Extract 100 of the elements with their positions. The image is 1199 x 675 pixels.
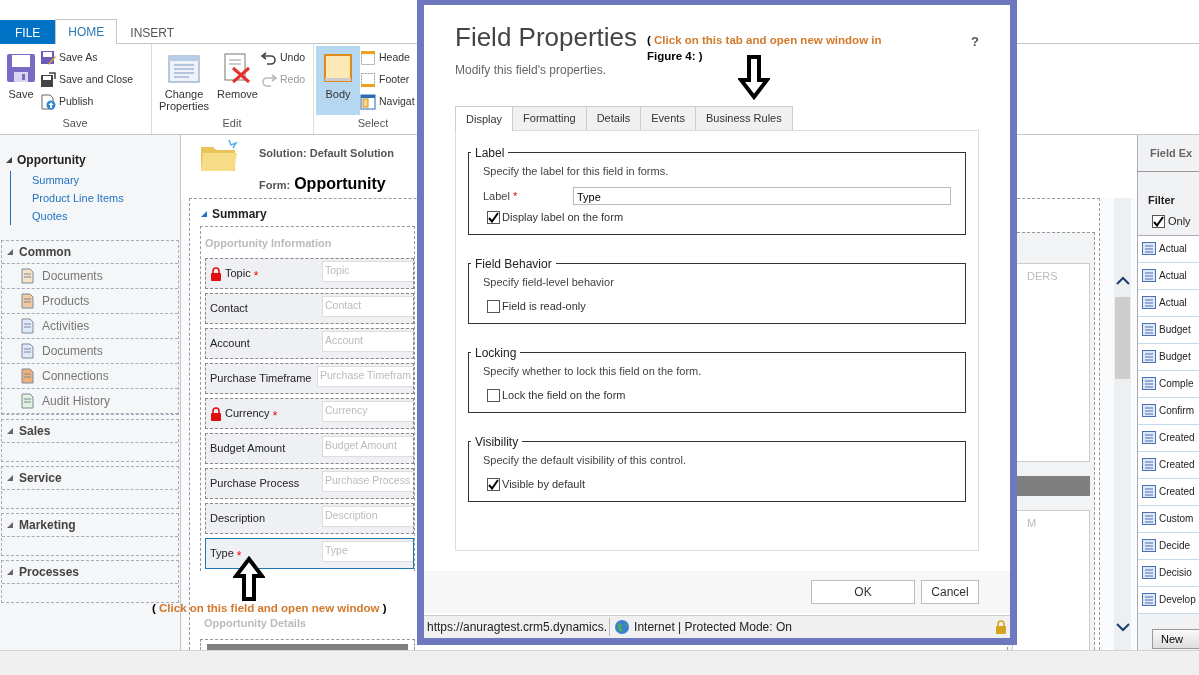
form-field-row[interactable]: Purchase Process Purchase Process <box>205 468 414 499</box>
dialog-button[interactable]: OK <box>811 579 915 604</box>
field-list-item[interactable]: Decide <box>1138 532 1199 560</box>
subsection-heading: Opportunity Details <box>204 615 307 631</box>
entity-heading: Opportunity <box>17 152 86 169</box>
form-document-icon <box>167 52 201 84</box>
form-field-row[interactable]: Contact Contact <box>205 293 414 324</box>
field-list-item[interactable]: Created <box>1138 451 1199 479</box>
field-list-item[interactable]: Actual <box>1138 289 1199 317</box>
field-list-item[interactable]: Develop <box>1138 586 1199 614</box>
field-label: Label <box>483 188 510 204</box>
collapse-icon[interactable] <box>6 474 14 482</box>
field-list-item[interactable]: Custom <box>1138 505 1199 533</box>
collapse-icon[interactable] <box>6 427 14 435</box>
ribbon-button[interactable]: Remove <box>214 46 261 115</box>
nav-item[interactable]: Activities <box>2 314 178 339</box>
ribbon-tab[interactable]: HOME <box>55 19 118 44</box>
field-list-item[interactable]: Decisio <box>1138 559 1199 587</box>
nav-link[interactable]: Summary <box>10 171 180 189</box>
checkbox-label: Only <box>1168 214 1191 229</box>
document-icon <box>20 318 36 334</box>
description: Specify field-level behavior <box>483 274 615 290</box>
tab[interactable]: Events <box>640 106 696 130</box>
field-label: Purchase Timeframe <box>210 371 312 387</box>
checkbox[interactable] <box>487 388 500 402</box>
tab[interactable]: Business Rules <box>694 106 793 130</box>
collapse-icon[interactable] <box>6 521 14 529</box>
field-list-item[interactable]: Actual <box>1138 262 1199 290</box>
new-field-button[interactable]: New <box>1152 628 1199 649</box>
ribbon-button[interactable]: Footer <box>360 72 415 88</box>
field-list-item[interactable]: Budget <box>1138 316 1199 344</box>
nav-link[interactable]: Product Line Items <box>10 189 180 207</box>
field-list-item[interactable]: Comple <box>1138 370 1199 398</box>
document-upload-icon <box>40 94 56 110</box>
form-field-row[interactable]: Currency * Currency <box>205 398 414 429</box>
nav-item[interactable]: Products <box>2 289 178 314</box>
scrollbar-thumb[interactable] <box>1115 296 1130 379</box>
tab[interactable]: Display <box>455 106 514 131</box>
form-field-row[interactable]: Type * Type <box>205 538 414 569</box>
checkbox[interactable] <box>487 299 500 313</box>
form-name: Opportunity <box>294 173 386 194</box>
floppy-pencil-icon <box>40 50 56 66</box>
section-heading: Summary <box>212 205 267 223</box>
form-field-row[interactable]: Description Description <box>205 503 414 534</box>
ribbon-button[interactable]: Save <box>2 46 40 115</box>
checkbox[interactable] <box>1152 214 1165 228</box>
subgrid-label: DERS <box>1027 269 1058 282</box>
ribbon-button[interactable]: Navigat <box>360 94 415 110</box>
field-label: Type <box>210 546 234 562</box>
field-icon <box>1142 269 1156 282</box>
nav-link[interactable]: Quotes <box>10 207 180 225</box>
ribbon-button[interactable]: Undo <box>260 50 306 66</box>
field-list-item[interactable]: Confirm <box>1138 397 1199 425</box>
form-field-row[interactable]: Account Account <box>205 328 414 359</box>
expand-icon[interactable] <box>200 209 208 218</box>
required-mark: * <box>272 408 278 425</box>
field-list-item[interactable]: Created <box>1138 424 1199 452</box>
nav-item[interactable]: Connections <box>2 364 178 389</box>
form-field-row[interactable]: Purchase Timeframe Purchase Timefram <box>205 363 414 394</box>
padlock-icon <box>995 620 1007 634</box>
input-field[interactable]: Type <box>573 187 951 206</box>
nav-item[interactable]: Documents <box>2 264 178 289</box>
filter-label: Filter <box>1147 192 1176 208</box>
form-field-row[interactable]: Topic * Topic <box>205 258 414 289</box>
collapse-icon[interactable] <box>6 568 14 576</box>
scroll-up-icon[interactable] <box>1115 275 1130 285</box>
checkbox-label: Visible by default <box>502 477 585 493</box>
globe-icon <box>614 619 631 635</box>
field-list-item[interactable]: Created <box>1138 478 1199 506</box>
field-list-item[interactable]: Actual <box>1138 235 1199 263</box>
file-tab[interactable]: FILE <box>0 20 56 44</box>
checkbox[interactable] <box>487 210 500 224</box>
ribbon-button[interactable]: Publish <box>40 94 134 110</box>
field-icon <box>1142 485 1156 498</box>
ribbon-button[interactable]: Body <box>316 46 360 115</box>
tab[interactable]: Formatting <box>512 106 587 130</box>
scroll-down-icon[interactable] <box>1115 623 1130 632</box>
undo-icon <box>260 50 277 66</box>
ribbon-button[interactable]: Save As <box>40 50 134 66</box>
folder-icon <box>199 139 239 173</box>
ribbon-button[interactable]: Change Properties <box>154 46 214 115</box>
help-link[interactable]: ? <box>971 32 979 80</box>
ribbon-tab[interactable]: INSERT <box>117 20 188 44</box>
ribbon-button[interactable]: Heade <box>360 50 415 66</box>
body-layout-icon <box>322 52 354 84</box>
form-field-row[interactable]: Budget Amount Budget Amount <box>205 433 414 464</box>
solution-name: Solution: Default Solution <box>259 146 395 161</box>
document-icon <box>20 343 36 359</box>
tab[interactable]: Details <box>585 106 642 130</box>
field-list-item[interactable]: Budget <box>1138 343 1199 371</box>
group-label: Edit <box>221 115 243 131</box>
ribbon-button[interactable]: Save and Close <box>40 72 134 88</box>
nav-item[interactable]: Audit History <box>2 389 178 414</box>
checkbox[interactable] <box>487 477 500 491</box>
description: Specify the default visibility of this control. <box>483 452 687 468</box>
collapse-icon[interactable] <box>5 156 13 164</box>
dialog-button[interactable]: Cancel <box>921 579 979 604</box>
collapse-icon[interactable] <box>6 248 14 256</box>
navigation-layout-icon <box>360 94 376 110</box>
nav-item[interactable]: Documents <box>2 339 178 364</box>
